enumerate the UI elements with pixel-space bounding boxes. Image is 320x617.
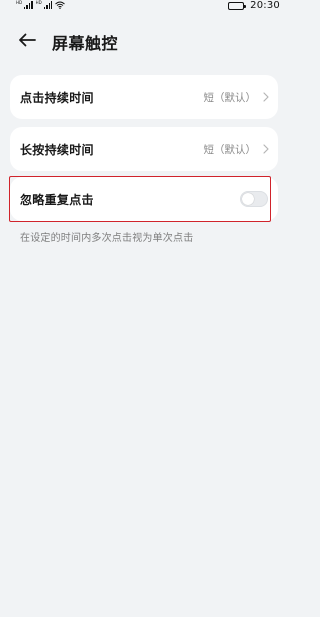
- title-bar: 屏幕触控: [0, 26, 288, 54]
- status-bar: HD HD 20:30: [0, 0, 288, 14]
- sim1-hd-label: HD: [16, 0, 23, 5]
- status-left-group: HD HD: [16, 1, 66, 9]
- arrow-left-icon: [19, 33, 36, 47]
- tap-duration-card: 点击持续时间 短（默认）: [10, 75, 278, 119]
- long-press-duration-value: 短（默认）: [203, 143, 257, 156]
- long-press-duration-card: 长按持续时间 短（默认）: [10, 127, 278, 171]
- sim2-hd-label: HD: [35, 0, 42, 5]
- long-press-duration-row[interactable]: 长按持续时间 短（默认）: [10, 127, 278, 171]
- signal-strength-sim2-icon: HD: [36, 1, 53, 9]
- ignore-repeat-taps-card: 忽略重复点击: [10, 177, 278, 221]
- page-title: 屏幕触控: [52, 34, 119, 53]
- toggle-knob: [242, 193, 254, 205]
- ignore-repeat-taps-row[interactable]: 忽略重复点击: [10, 177, 278, 221]
- ignore-repeat-taps-description: 在设定的时间内多次点击视为单次点击: [20, 233, 194, 244]
- tap-duration-row[interactable]: 点击持续时间 短（默认）: [10, 75, 278, 119]
- tap-duration-value: 短（默认）: [203, 91, 257, 104]
- status-time: 20:30: [250, 0, 280, 11]
- ignore-repeat-taps-toggle[interactable]: [240, 191, 268, 207]
- signal-strength-sim1-icon: HD: [16, 1, 33, 9]
- tap-duration-label: 点击持续时间: [20, 90, 94, 105]
- battery-icon: [228, 1, 247, 10]
- status-right-group: 20:30: [228, 0, 280, 11]
- wifi-icon: [55, 1, 66, 9]
- back-button[interactable]: [14, 28, 40, 52]
- chevron-right-icon: [263, 92, 269, 102]
- long-press-duration-label: 长按持续时间: [20, 142, 94, 157]
- ignore-repeat-taps-label: 忽略重复点击: [20, 192, 94, 207]
- chevron-right-icon: [263, 144, 269, 154]
